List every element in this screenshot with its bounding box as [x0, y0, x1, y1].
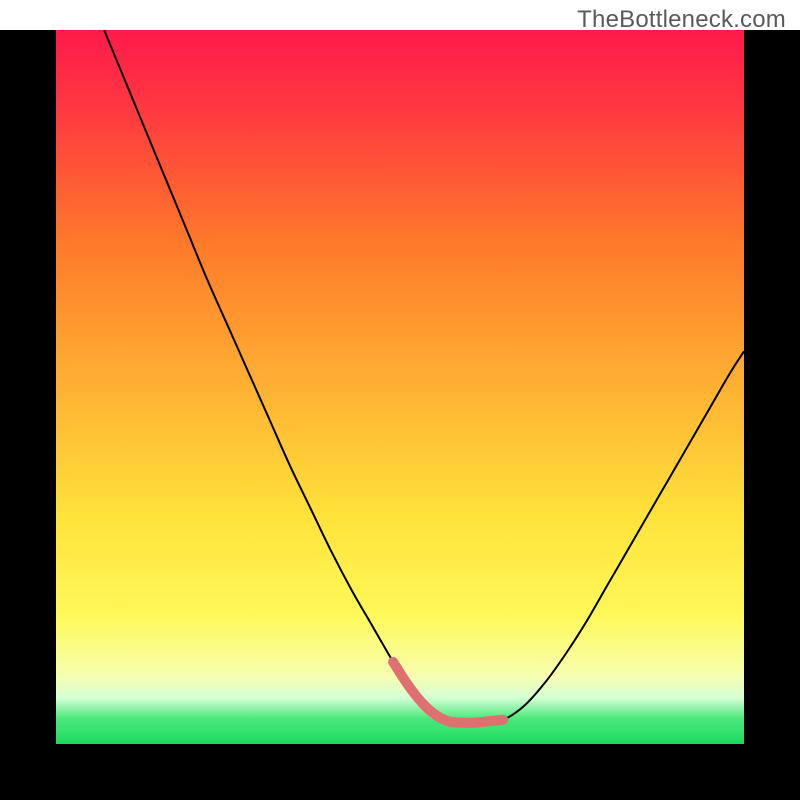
- gradient-background: [56, 30, 744, 744]
- frame-bar: [0, 30, 56, 800]
- frame-bar: [0, 744, 800, 800]
- bottleneck-chart: TheBottleneck.com: [0, 0, 800, 800]
- watermark-text: TheBottleneck.com: [577, 6, 786, 34]
- chart-svg: [0, 0, 800, 800]
- plot-area: [56, 30, 744, 744]
- frame-bar: [744, 30, 800, 800]
